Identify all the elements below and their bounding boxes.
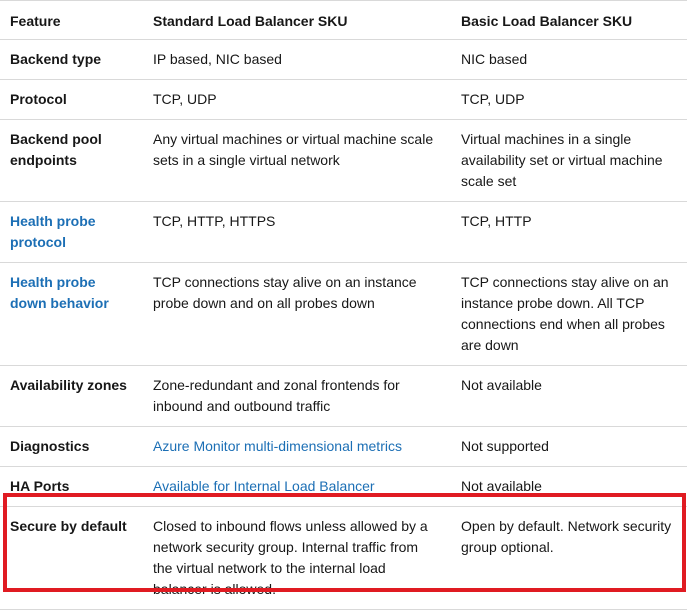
header-feature: Feature — [0, 0, 143, 40]
standard-cell: TCP, UDP — [143, 79, 451, 120]
standard-cell: TCP connections stay alive on an instanc… — [143, 262, 451, 366]
table-row-diagnostics: Diagnostics Azure Monitor multi-dimensio… — [0, 426, 687, 467]
table-row-protocol: Protocol TCP, UDP TCP, UDP — [0, 79, 687, 120]
feature-cell: Health probe down behavior — [0, 262, 143, 366]
azure-monitor-metrics-link[interactable]: Azure Monitor multi-dimensional metrics — [153, 438, 402, 454]
health-probe-protocol-link[interactable]: Health probe protocol — [10, 213, 96, 250]
internal-load-balancer-link[interactable]: Available for Internal Load Balancer — [153, 478, 375, 494]
table-header-row: Feature Standard Load Balancer SKU Basic… — [0, 0, 687, 40]
basic-cell: Not available — [451, 466, 687, 507]
basic-cell: TCP, UDP — [451, 79, 687, 120]
comparison-table-container: Feature Standard Load Balancer SKU Basic… — [0, 0, 687, 610]
basic-cell: Not available — [451, 365, 687, 427]
table-row-secure-by-default: Secure by default Closed to inbound flow… — [0, 506, 687, 610]
basic-cell: TCP, HTTP — [451, 201, 687, 263]
feature-cell: Health probe protocol — [0, 201, 143, 263]
basic-cell: Not supported — [451, 426, 687, 467]
basic-cell: Open by default. Network security group … — [451, 506, 687, 610]
standard-cell: Closed to inbound flows unless allowed b… — [143, 506, 451, 610]
standard-cell: Zone-redundant and zonal frontends for i… — [143, 365, 451, 427]
feature-cell: Backend type — [0, 39, 143, 80]
standard-cell: Any virtual machines or virtual machine … — [143, 119, 451, 202]
table-row-health-probe-protocol: Health probe protocol TCP, HTTP, HTTPS T… — [0, 201, 687, 263]
feature-cell: Backend pool endpoints — [0, 119, 143, 202]
feature-cell: Availability zones — [0, 365, 143, 427]
standard-cell: Azure Monitor multi-dimensional metrics — [143, 426, 451, 467]
table-row-availability-zones: Availability zones Zone-redundant and zo… — [0, 365, 687, 427]
feature-cell: HA Ports — [0, 466, 143, 507]
header-basic-sku: Basic Load Balancer SKU — [451, 0, 687, 40]
feature-cell: Diagnostics — [0, 426, 143, 467]
standard-cell: TCP, HTTP, HTTPS — [143, 201, 451, 263]
basic-cell: TCP connections stay alive on an instanc… — [451, 262, 687, 366]
table-row-backend-type: Backend type IP based, NIC based NIC bas… — [0, 39, 687, 80]
table-row-health-probe-down-behavior: Health probe down behavior TCP connectio… — [0, 262, 687, 366]
basic-cell: NIC based — [451, 39, 687, 80]
standard-cell: Available for Internal Load Balancer — [143, 466, 451, 507]
table-row-backend-pool-endpoints: Backend pool endpoints Any virtual machi… — [0, 119, 687, 202]
load-balancer-sku-comparison-table: Feature Standard Load Balancer SKU Basic… — [0, 0, 687, 610]
header-standard-sku: Standard Load Balancer SKU — [143, 0, 451, 40]
table-row-ha-ports: HA Ports Available for Internal Load Bal… — [0, 466, 687, 507]
basic-cell: Virtual machines in a single availabilit… — [451, 119, 687, 202]
standard-cell: IP based, NIC based — [143, 39, 451, 80]
feature-cell: Secure by default — [0, 506, 143, 610]
health-probe-down-behavior-link[interactable]: Health probe down behavior — [10, 274, 109, 311]
feature-cell: Protocol — [0, 79, 143, 120]
